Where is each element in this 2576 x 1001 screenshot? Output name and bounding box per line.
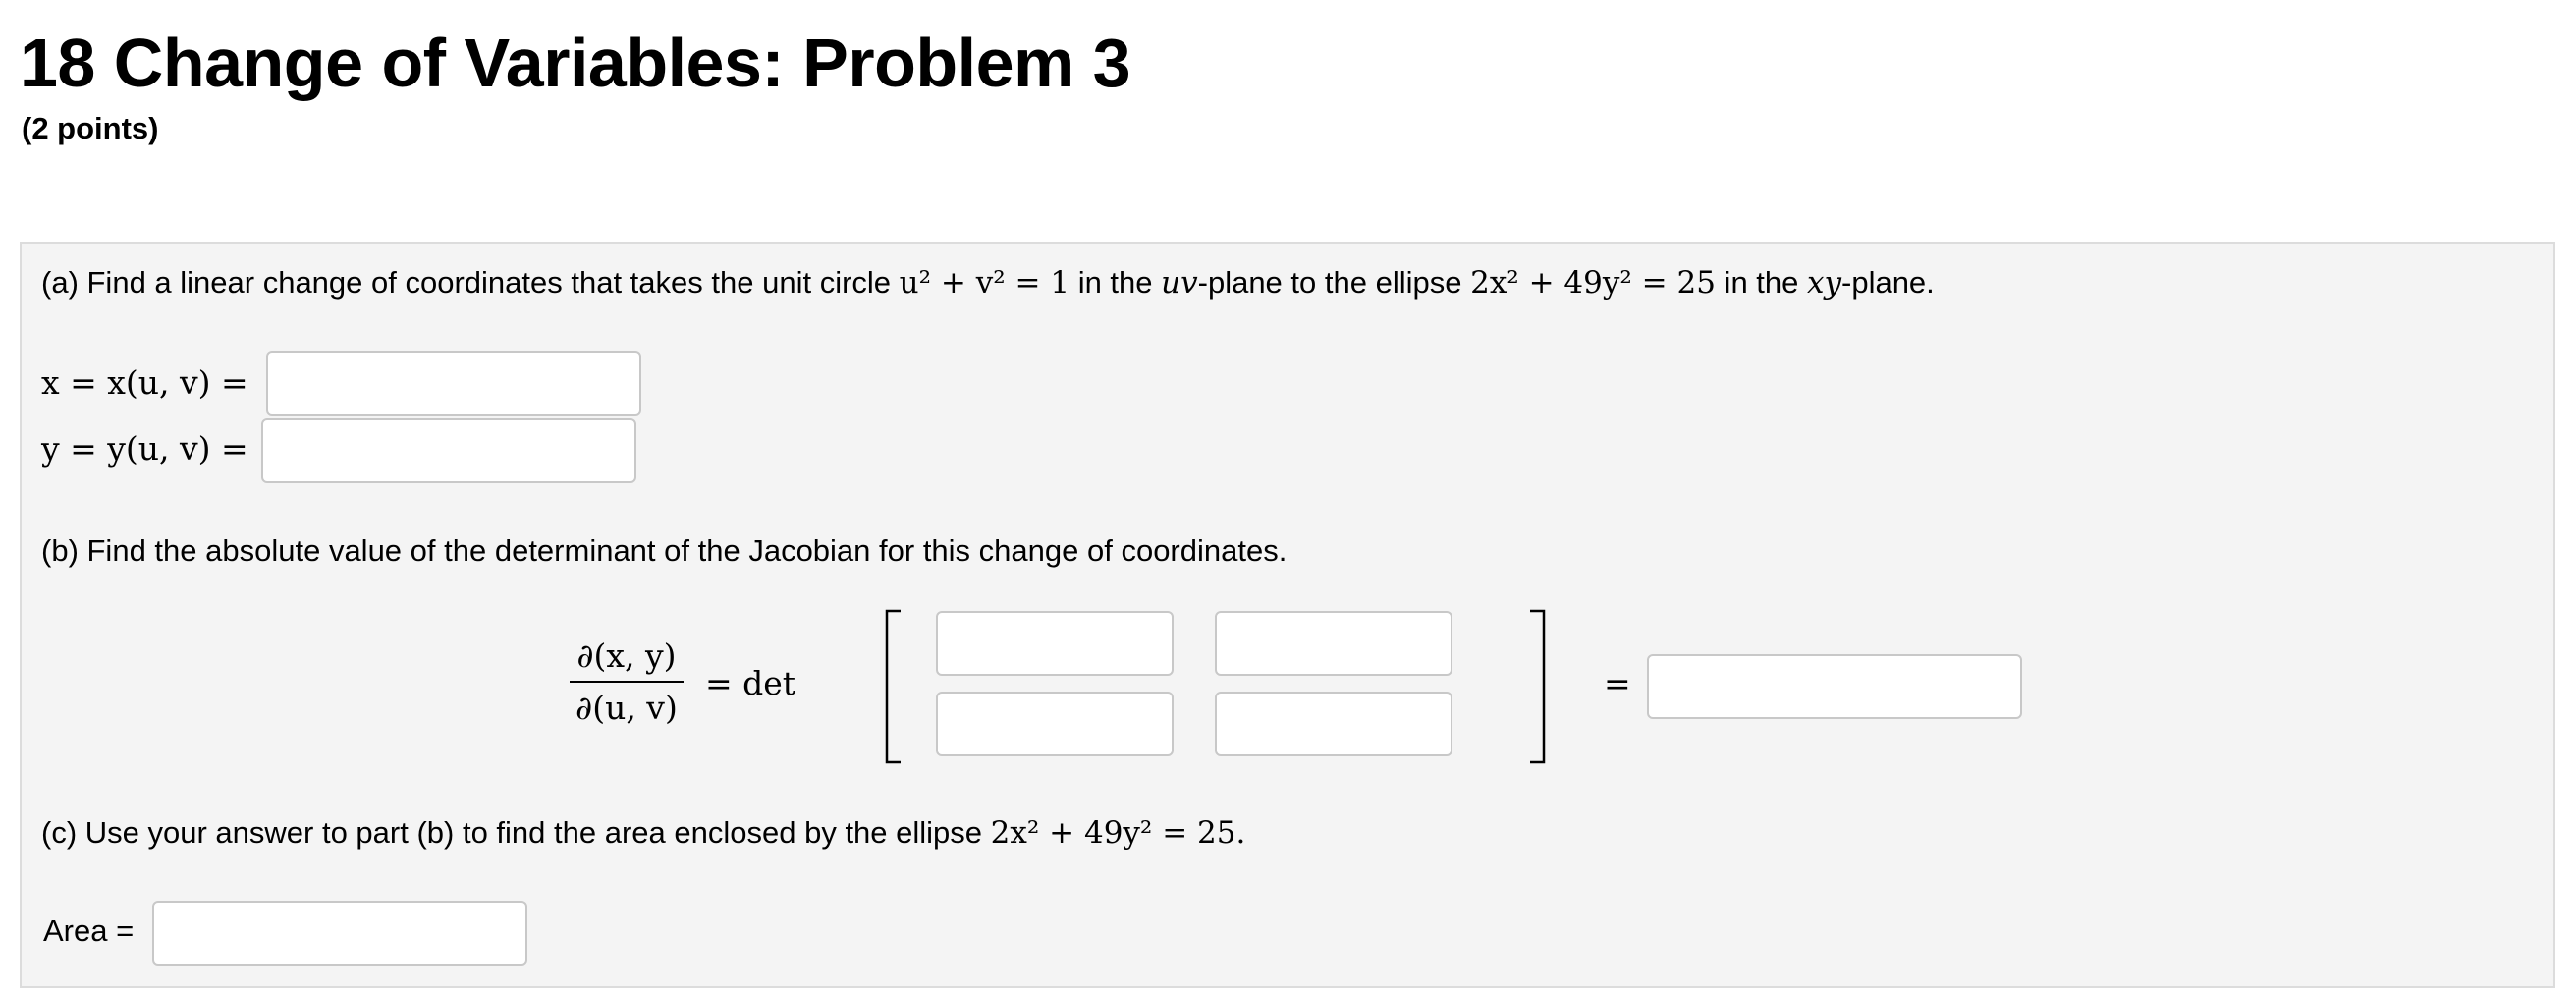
part-a-text: (a) Find a linear change of coordinates … [41,265,1935,301]
area-label: Area = [43,914,135,948]
part-a-prefix: (a) Find a linear change of coordinates … [41,265,900,300]
x-uv-input[interactable] [266,351,641,416]
matrix-input-11[interactable] [936,611,1174,676]
part-b-text: (b) Find the absolute value of the deter… [41,533,1288,568]
uv-plane: uv [1161,265,1198,301]
jacobian-denominator: ∂(u, v) [575,689,678,727]
part-a-mid1: in the [1069,265,1162,300]
equals-sign: = [1604,664,1631,702]
ellipse-equation: 2x² + 49y² = 25 [1470,265,1716,301]
part-c-text: (c) Use your answer to part (b) to find … [41,815,1245,851]
part-a-mid3: in the [1715,265,1807,300]
jacobian-numerator: ∂(x, y) [576,637,677,675]
jacobian-fraction: ∂(x, y) ∂(u, v) [570,637,684,727]
matrix-input-12[interactable] [1215,611,1452,676]
part-a-mid2: -plane to the ellipse [1197,265,1471,300]
y-uv-input[interactable] [261,418,636,483]
xy-plane: xy [1807,265,1841,301]
page-title: 18 Change of Variables: Problem 3 [20,25,1131,101]
area-input[interactable] [152,901,527,966]
left-bracket [885,609,901,764]
y-equation-label: y = y(u, v) = [41,429,248,468]
part-c-prefix: (c) Use your answer to part (b) to find … [41,815,991,850]
right-bracket [1530,609,1546,764]
jacobian-result-input[interactable] [1647,654,2022,719]
x-equation-label: x = x(u, v) = [41,363,248,402]
part-a-suffix: -plane. [1841,265,1935,300]
equals-det-label: = det [705,664,796,702]
matrix-input-21[interactable] [936,692,1174,756]
matrix-input-22[interactable] [1215,692,1452,756]
unit-circle-equation: u² + v² = 1 [899,265,1070,301]
points-label: (2 points) [22,111,159,145]
ellipse-equation-c: 2x² + 49y² = 25. [990,815,1246,851]
